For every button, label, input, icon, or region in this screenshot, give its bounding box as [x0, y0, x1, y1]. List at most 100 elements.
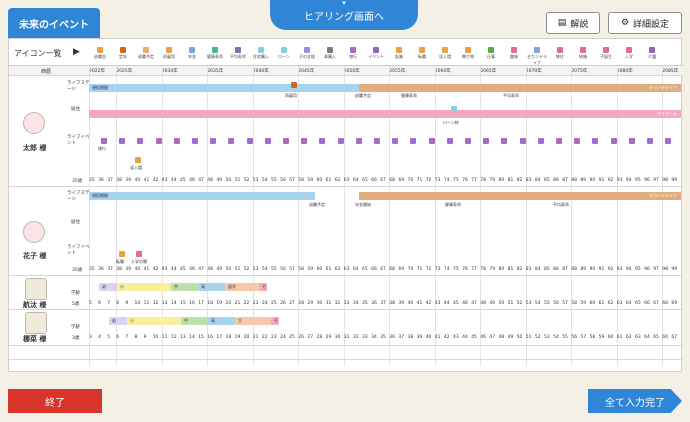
icon-item-17[interactable]: 仕事 — [480, 47, 502, 60]
age-cell: 24 — [261, 301, 268, 306]
play-arrow-icon[interactable]: ▶ — [73, 47, 80, 57]
icon-item-18[interactable]: 趣味 — [503, 47, 525, 60]
age-cell: 66 — [371, 178, 377, 183]
event-marker[interactable] — [465, 138, 471, 144]
event-marker[interactable] — [337, 138, 344, 144]
icon-item-5[interactable]: 健康寿命 — [204, 47, 226, 60]
stage-bar-work-2[interactable]: 現役期間 — [89, 192, 315, 200]
housing-bar-myhome[interactable]: マイホーム — [89, 110, 681, 118]
row-label-events-2: ライフイベント — [67, 245, 90, 256]
icon-item-15[interactable]: 収入増 — [434, 47, 456, 60]
age-cell: 11 — [161, 335, 168, 340]
event-marker[interactable] — [446, 138, 453, 144]
event-marker[interactable] — [319, 138, 326, 144]
icon-item-20[interactable]: 移住 — [549, 47, 571, 60]
age-cell: 31 — [325, 301, 332, 306]
event-marker[interactable] — [101, 138, 107, 144]
event-marker[interactable] — [574, 138, 581, 144]
event-marker[interactable] — [210, 138, 217, 144]
age-cell: 63 — [343, 267, 350, 272]
event-marker[interactable] — [519, 138, 526, 144]
icon-item-label: 子の支援 — [299, 54, 315, 59]
job-change-marker[interactable] — [119, 251, 125, 257]
icon-item-13[interactable]: 起業 — [388, 47, 410, 60]
stage-bar-second-2[interactable]: セカンドライフ — [359, 192, 681, 200]
reemploy-marker[interactable] — [291, 82, 297, 88]
age-cell: 5 — [89, 301, 92, 306]
school-bar[interactable]: 留学 — [225, 283, 261, 291]
icon-item-11[interactable]: 旅行 — [342, 47, 364, 60]
icon-item-6[interactable]: 平均寿命 — [227, 47, 249, 60]
complete-button[interactable]: 全て入力完了 — [588, 389, 682, 413]
icon-item-12[interactable]: イベント — [365, 47, 387, 60]
event-marker[interactable] — [374, 138, 380, 144]
icon-item-22[interactable]: 子誕生 — [595, 47, 617, 60]
settings-button[interactable]: ⚙ 詳細設定 — [608, 12, 682, 34]
event-marker[interactable] — [173, 138, 180, 144]
event-marker[interactable] — [137, 138, 144, 144]
icon-item-21[interactable]: 結婚 — [572, 47, 594, 60]
event-marker[interactable] — [355, 138, 362, 144]
end-button[interactable]: 終了 — [8, 389, 102, 413]
school-bar[interactable]: 幼 — [109, 317, 127, 325]
icon-item-23[interactable]: 入学 — [618, 47, 640, 60]
event-marker[interactable] — [283, 138, 289, 144]
event-marker[interactable] — [628, 138, 635, 144]
age-cell: 22 — [243, 301, 250, 306]
school-bar[interactable]: 中 — [171, 283, 198, 291]
guide-button[interactable]: ▤ 解説 — [546, 12, 600, 34]
entrance-gift-marker[interactable] — [136, 251, 142, 257]
school-bar[interactable]: 高 — [198, 283, 225, 291]
age-cell: 15 — [180, 301, 186, 306]
icon-item-14[interactable]: 転職 — [411, 47, 433, 60]
school-bar[interactable]: 中 — [181, 317, 208, 325]
event-marker[interactable] — [264, 138, 271, 144]
stage-bar-work[interactable]: 現役期間 — [89, 84, 359, 92]
school-bar[interactable]: 小 — [117, 283, 171, 291]
event-marker[interactable] — [301, 138, 308, 144]
icon-item-label: イベント — [368, 54, 384, 59]
age-cell: 67 — [671, 335, 678, 340]
icon-item-9[interactable]: 子の支援 — [296, 47, 318, 60]
icon-item-2[interactable]: 退職予定 — [135, 47, 157, 60]
event-marker[interactable] — [537, 138, 544, 144]
icon-item-24[interactable]: 介護 — [641, 47, 663, 60]
school-bar[interactable]: 幼 — [99, 283, 117, 291]
avatar-nana — [25, 312, 47, 334]
event-marker[interactable] — [501, 138, 508, 144]
hearing-screen-tab[interactable]: ▾ ヒアリング画面へ — [270, 0, 418, 30]
icon-item-4[interactable]: 年金 — [181, 47, 203, 60]
retire-plan-label-2: 退職予定 — [309, 202, 325, 207]
icon-item-0[interactable]: 退職金 — [89, 47, 111, 60]
raise-marker[interactable] — [135, 157, 141, 163]
event-marker[interactable] — [592, 138, 599, 144]
event-marker[interactable] — [246, 138, 253, 144]
future-events-tab[interactable]: 未来のイベント — [8, 8, 100, 38]
icon-item-10[interactable]: 車購入 — [319, 47, 341, 60]
event-marker[interactable] — [155, 138, 162, 144]
school-bar[interactable]: その他 — [271, 317, 279, 325]
event-marker[interactable] — [665, 138, 672, 144]
event-marker[interactable] — [228, 138, 235, 144]
school-bar[interactable]: 小 — [127, 317, 181, 325]
event-marker[interactable] — [610, 138, 617, 144]
icon-item-3[interactable]: 再雇用 — [158, 47, 180, 60]
event-marker[interactable] — [392, 138, 399, 144]
event-marker[interactable] — [647, 138, 653, 144]
icon-item-16[interactable]: 贈り物 — [457, 47, 479, 60]
icon-item-1[interactable]: 定年 — [112, 47, 134, 60]
icon-item-19[interactable]: セカンドライフ — [526, 47, 548, 66]
loan-end-marker[interactable] — [451, 106, 457, 112]
event-marker[interactable] — [119, 138, 126, 144]
event-marker[interactable] — [428, 138, 435, 144]
icon-item-7[interactable]: 住宅購入 — [250, 47, 272, 60]
event-marker[interactable] — [410, 138, 417, 144]
school-bar[interactable]: 大 — [235, 317, 271, 325]
event-marker[interactable] — [483, 138, 490, 144]
event-marker[interactable] — [556, 138, 562, 144]
school-bar[interactable]: 高 — [208, 317, 235, 325]
school-bar[interactable]: その他 — [259, 283, 267, 291]
icon-item-8[interactable]: ローン — [273, 47, 295, 60]
stage-bar-second[interactable]: セカンドライフ — [359, 84, 681, 92]
event-marker[interactable] — [192, 138, 198, 144]
